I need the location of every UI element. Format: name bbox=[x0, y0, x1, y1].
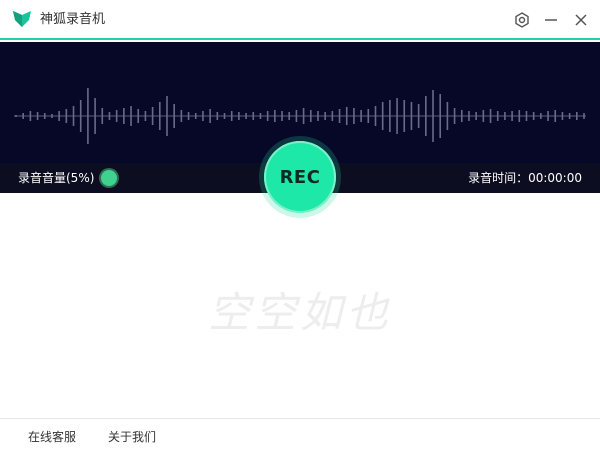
footer: 在线客服 关于我们 bbox=[0, 418, 600, 454]
rec-button[interactable]: REC bbox=[264, 141, 336, 213]
minimize-button[interactable] bbox=[541, 10, 561, 30]
recording-time-value: 00:00:00 bbox=[528, 171, 582, 185]
gear-icon bbox=[515, 12, 529, 28]
fox-logo-icon bbox=[13, 11, 31, 27]
settings-button[interactable] bbox=[512, 10, 532, 30]
minimize-icon bbox=[545, 19, 557, 21]
volume-indicator-dot bbox=[101, 170, 117, 186]
empty-state-text: 空空如也 bbox=[207, 288, 392, 337]
rec-button-label: REC bbox=[279, 166, 321, 188]
recording-volume-label: 录音音量(5%) bbox=[18, 171, 95, 185]
title-bar: 神狐录音机 bbox=[0, 0, 600, 40]
online-service-link[interactable]: 在线客服 bbox=[28, 429, 76, 445]
close-icon bbox=[575, 14, 587, 26]
close-button[interactable] bbox=[571, 10, 591, 30]
app-title: 神狐录音机 bbox=[40, 12, 106, 27]
recording-time-label: 录音时间： bbox=[468, 171, 529, 185]
about-us-link[interactable]: 关于我们 bbox=[108, 429, 156, 445]
recording-time: 录音时间：00:00:00 bbox=[468, 170, 582, 186]
